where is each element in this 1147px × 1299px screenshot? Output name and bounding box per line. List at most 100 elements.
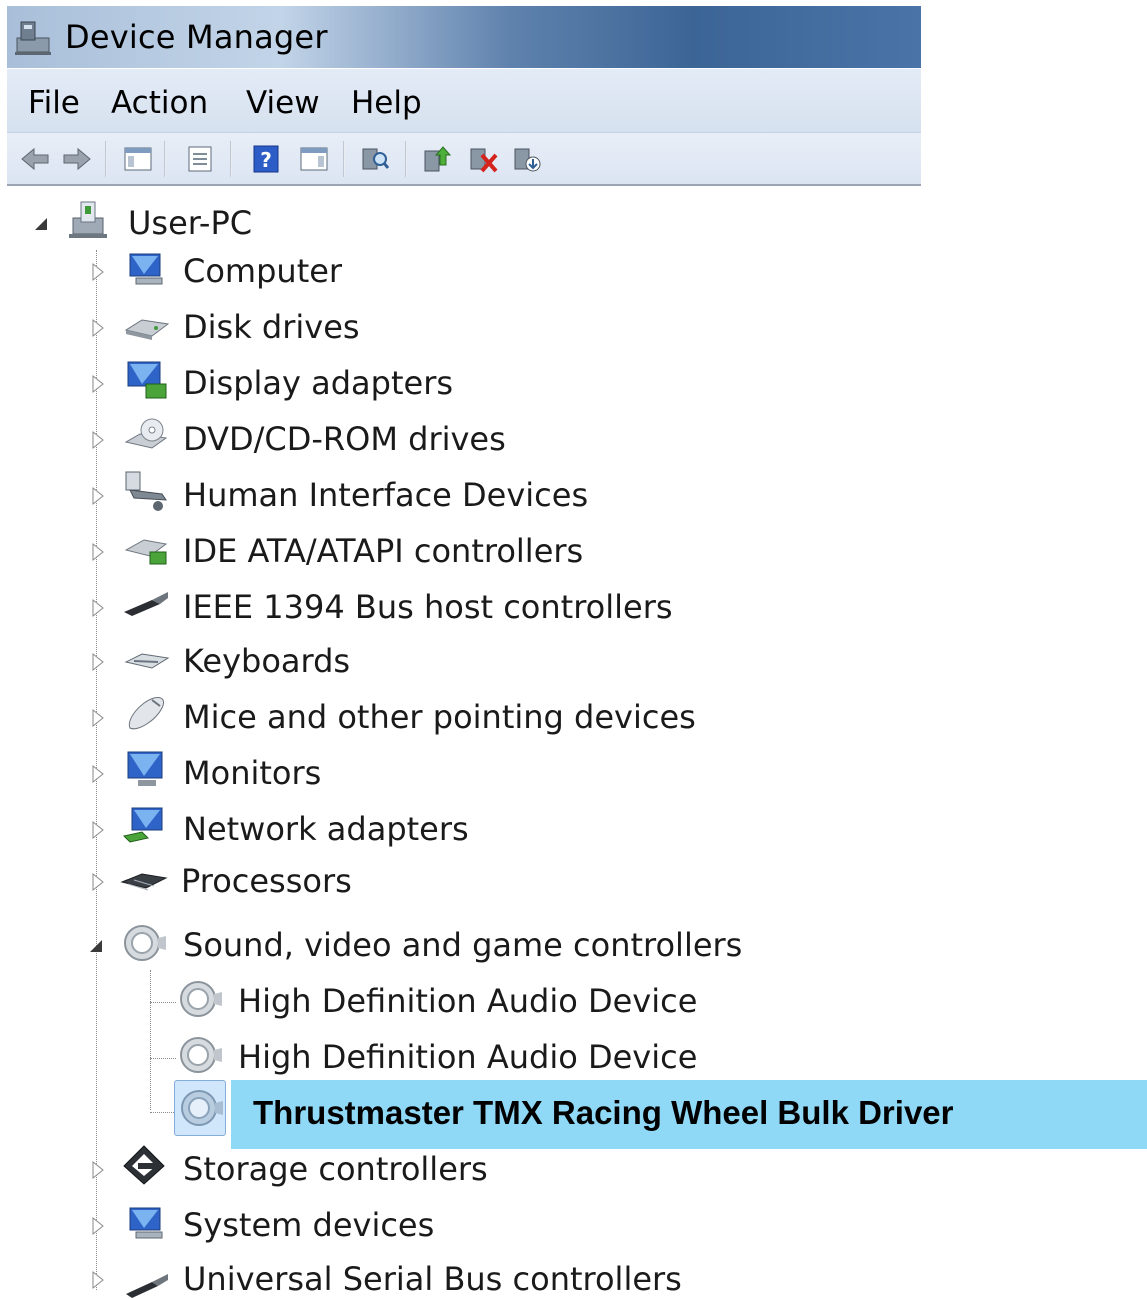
mouse-icon <box>128 697 165 730</box>
tree-item-label: Processors <box>181 862 352 900</box>
collapsed-triangle-icon[interactable] <box>90 652 106 672</box>
collapsed-triangle-icon[interactable] <box>90 542 106 562</box>
computer-icon <box>129 253 163 285</box>
speaker-icon <box>180 981 222 1017</box>
tree-item-network-adapters[interactable]: Network adapters <box>0 804 700 854</box>
keyboard-icon <box>124 653 170 669</box>
device-manager-icon <box>15 21 51 55</box>
menu-file[interactable]: File <box>28 85 80 121</box>
disk-drive-icon <box>124 319 170 340</box>
tree-item-storage-controllers[interactable]: Storage controllers <box>0 1144 700 1194</box>
speaker-icon <box>124 925 166 961</box>
display-adapter-icon <box>127 361 167 399</box>
tree-child-thrustmaster-driver[interactable]: Thrustmaster TMX Racing Wheel Bulk Drive… <box>231 1080 1147 1149</box>
tree-item-label: DVD/CD-ROM drives <box>183 420 506 458</box>
collapsed-triangle-icon[interactable] <box>90 374 106 394</box>
collapsed-triangle-icon[interactable] <box>90 1160 106 1180</box>
tree-item-label: Human Interface Devices <box>183 476 589 514</box>
selected-device-label: Thrustmaster TMX Racing Wheel Bulk Drive… <box>253 1094 954 1131</box>
tree-item-usb-controllers[interactable]: Universal Serial Bus controllers <box>0 1254 700 1299</box>
collapsed-triangle-icon[interactable] <box>90 598 106 618</box>
toolbar: ? <box>7 132 921 186</box>
menu-action[interactable]: Action <box>111 85 208 121</box>
tree-item-label: Display adapters <box>183 364 454 402</box>
collapsed-triangle-icon[interactable] <box>90 486 106 506</box>
speaker-icon <box>181 1090 223 1126</box>
tree-item-label: Monitors <box>183 754 322 792</box>
tree-item-label: IDE ATA/ATAPI controllers <box>183 532 584 570</box>
ide-controller-icon <box>124 539 168 565</box>
tree-item-mice[interactable]: Mice and other pointing devices <box>0 692 700 742</box>
menu-help[interactable]: Help <box>351 85 422 121</box>
tree-item-monitors[interactable]: Monitors <box>0 748 700 798</box>
tree-item-human-interface-devices[interactable]: Human Interface Devices <box>0 470 700 520</box>
tree-item-label: Keyboards <box>183 642 351 680</box>
back-arrow-icon[interactable] <box>19 143 51 175</box>
computer-tower-icon <box>69 201 107 238</box>
toolbar-separator <box>164 141 166 177</box>
update-driver-icon[interactable] <box>421 143 453 175</box>
tree-item-label: Storage controllers <box>183 1150 488 1188</box>
firewire-icon <box>124 592 168 616</box>
tree-item-label: System devices <box>183 1206 435 1244</box>
tree-root-label: User-PC <box>128 204 253 242</box>
title-bar[interactable]: Device Manager <box>7 6 921 68</box>
add-legacy-hardware-icon[interactable] <box>511 143 543 175</box>
show-action-pane-icon[interactable] <box>298 143 330 175</box>
menu-view[interactable]: View <box>246 85 320 121</box>
forward-arrow-icon[interactable] <box>61 143 93 175</box>
help-icon[interactable]: ? <box>250 143 282 175</box>
speaker-icon <box>180 1037 222 1073</box>
svg-text:?: ? <box>260 148 272 172</box>
collapsed-triangle-icon[interactable] <box>90 430 106 450</box>
tree-item-dvd-cd-rom-drives[interactable]: DVD/CD-ROM drives <box>0 414 700 464</box>
collapsed-triangle-icon[interactable] <box>90 1216 106 1236</box>
scan-hardware-changes-icon[interactable] <box>359 143 391 175</box>
usb-icon <box>126 1274 168 1298</box>
collapsed-triangle-icon[interactable] <box>90 872 106 892</box>
monitor-icon <box>127 751 163 786</box>
collapsed-triangle-icon[interactable] <box>90 820 106 840</box>
window-title: Device Manager <box>65 18 328 56</box>
tree-child-hd-audio-2[interactable]: High Definition Audio Device <box>0 1032 800 1082</box>
collapsed-triangle-icon[interactable] <box>90 1270 106 1290</box>
tree-item-keyboards[interactable]: Keyboards <box>0 636 700 686</box>
show-hide-console-tree-icon[interactable] <box>122 143 154 175</box>
tree-item-label: Universal Serial Bus controllers <box>183 1260 682 1298</box>
tree-item-label: Computer <box>183 252 343 290</box>
tree-item-label: IEEE 1394 Bus host controllers <box>183 588 673 626</box>
tree-item-label: High Definition Audio Device <box>238 1038 698 1076</box>
collapsed-triangle-icon[interactable] <box>90 318 106 338</box>
tree-item-label: Network adapters <box>183 810 469 848</box>
tree-item-label: Mice and other pointing devices <box>183 698 696 736</box>
tree-child-hd-audio-1[interactable]: High Definition Audio Device <box>0 976 800 1026</box>
storage-controller-icon <box>123 1145 165 1185</box>
tree-item-sound-video-game-controllers[interactable]: Sound, video and game controllers <box>0 920 800 970</box>
tree-item-computer[interactable]: Computer <box>0 246 700 296</box>
tree-item-label: Disk drives <box>183 308 360 346</box>
collapsed-triangle-icon[interactable] <box>90 708 106 728</box>
hid-icon <box>125 471 167 511</box>
tree-item-display-adapters[interactable]: Display adapters <box>0 358 700 408</box>
system-device-icon <box>129 1207 163 1239</box>
tree-root-node[interactable]: User-PC <box>0 198 300 248</box>
collapsed-triangle-icon[interactable] <box>90 262 106 282</box>
collapsed-triangle-icon[interactable] <box>90 764 106 784</box>
uninstall-device-icon[interactable] <box>467 143 499 175</box>
expanded-triangle-icon[interactable] <box>33 214 49 234</box>
selected-item-icon-highlight <box>174 1080 226 1136</box>
network-adapter-icon <box>123 807 163 843</box>
tree-item-disk-drives[interactable]: Disk drives <box>0 302 700 352</box>
tree-item-ieee-1394-bus-host-controllers[interactable]: IEEE 1394 Bus host controllers <box>0 582 700 632</box>
tree-item-label: High Definition Audio Device <box>238 982 698 1020</box>
tree-item-ide-ata-atapi-controllers[interactable]: IDE ATA/ATAPI controllers <box>0 526 700 576</box>
tree-item-label: Sound, video and game controllers <box>183 926 743 964</box>
tree-child-connector <box>150 1112 176 1113</box>
tree-item-system-devices[interactable]: System devices <box>0 1200 700 1250</box>
dvd-drive-icon <box>124 418 168 449</box>
tree-item-processors[interactable]: Processors <box>0 856 700 906</box>
expanded-triangle-icon[interactable] <box>88 936 104 956</box>
properties-icon[interactable] <box>184 143 216 175</box>
toolbar-separator <box>230 141 232 177</box>
toolbar-separator <box>343 141 345 177</box>
